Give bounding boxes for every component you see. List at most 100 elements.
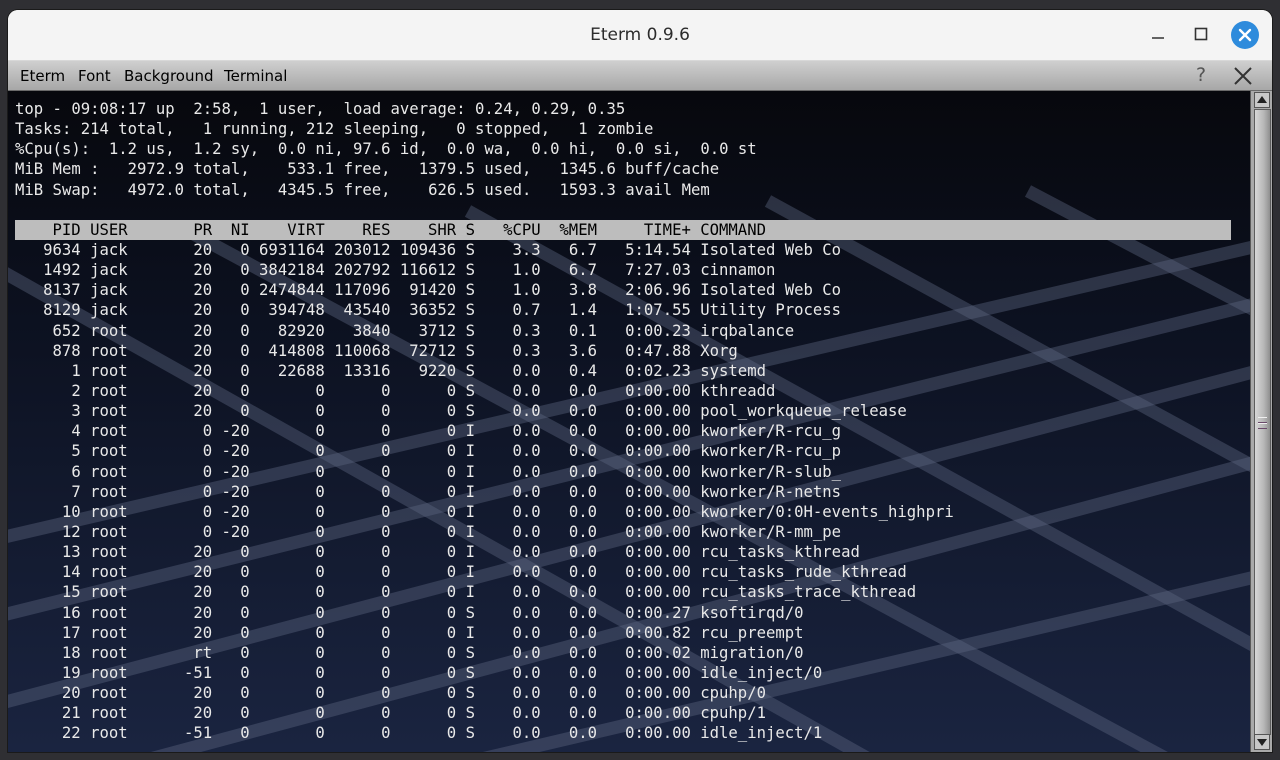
cell-mem: 0.0: [568, 643, 597, 662]
cell-pr: 0: [202, 482, 213, 501]
cell-cmd: migration/0: [700, 643, 804, 662]
cell-cpu: 0.0: [512, 583, 541, 602]
cell-virt: 22688: [277, 361, 325, 380]
cell-time: 0:00.00: [625, 684, 691, 703]
cell-ni: 0: [240, 724, 250, 743]
table-row: 878 root 20 0 414808 110068 72712 S 0.3 3.6 0:47…: [15, 341, 1231, 361]
cell-s: I: [465, 583, 475, 602]
table-row: 8137 jack 20 0 2474844 117096 91420 S 1.0 3.8 2:…: [15, 280, 1231, 300]
scroll-down-button[interactable]: [1254, 734, 1270, 750]
cell-s: S: [465, 643, 475, 662]
cell-s: S: [465, 261, 475, 280]
cell-shr: 3712: [418, 321, 457, 340]
cell-mem: 0.0: [568, 543, 597, 562]
cell-cmd: kworker/0:0H-events_highpri: [700, 502, 954, 521]
cell-cmd: rcu_tasks_kthread: [700, 543, 860, 562]
cell-pid: 8137: [43, 281, 81, 300]
menu-terminal[interactable]: Terminal: [224, 67, 287, 85]
minimize-button[interactable]: [1143, 20, 1173, 50]
cell-shr: 0: [446, 442, 457, 461]
cell-pr: 20: [193, 623, 213, 642]
cell-cmd: kworker/R-mm_pe: [700, 522, 842, 541]
column-header: PR: [193, 220, 213, 239]
cell-virt: 0: [315, 583, 325, 602]
cell-user: root: [90, 381, 128, 400]
cell-res: 0: [381, 422, 391, 441]
cell-pid: 878: [52, 341, 81, 360]
cell-time: 7:27.03: [625, 261, 691, 280]
cell-ni: 0: [240, 623, 250, 642]
help-button[interactable]: ?: [1196, 64, 1206, 86]
cell-ni: 0: [240, 361, 250, 380]
cell-shr: 0: [446, 462, 457, 481]
cell-res: 0: [381, 603, 391, 622]
cell-cmd: cinnamon: [700, 261, 776, 280]
close-icon: [1231, 21, 1259, 49]
table-row: 652 root 20 0 82920 3840 3712 S 0.3 0.1 0:00.23 …: [15, 321, 1231, 341]
cell-pr: 20: [193, 704, 213, 723]
cell-cmd: kthreadd: [700, 381, 776, 400]
menu-close-button[interactable]: [1232, 65, 1254, 87]
cell-cpu: 0.0: [512, 563, 541, 582]
cell-user: root: [90, 522, 128, 541]
cell-ni: 0: [240, 341, 250, 360]
cell-res: 0: [381, 724, 391, 743]
table-row: 17 root 20 0 0 0 0 I 0.0 0.0 0:00.82 rcu_preempt: [15, 623, 1231, 643]
scroll-up-button[interactable]: [1254, 92, 1270, 108]
cell-ni: -20: [221, 482, 250, 501]
cell-cmd: Xorg: [700, 341, 738, 360]
cell-shr: 0: [446, 422, 457, 441]
cell-time: 0:00.23: [625, 321, 691, 340]
arrow-down-icon: [1254, 734, 1270, 750]
cell-s: S: [465, 361, 475, 380]
cell-time: 0:00.27: [625, 603, 691, 622]
cell-mem: 3.8: [568, 281, 597, 300]
column-header: SHR: [428, 220, 457, 239]
menu-eterm[interactable]: Eterm: [20, 67, 65, 85]
title-bar[interactable]: Eterm 0.9.6: [8, 10, 1272, 61]
cell-cpu: 0.0: [512, 402, 541, 421]
cell-shr: 0: [446, 623, 457, 642]
column-header: COMMAND: [700, 220, 766, 239]
cell-mem: 3.6: [568, 341, 597, 360]
table-row: 19 root -51 0 0 0 0 S 0.0 0.0 0:00.00 idle_injec…: [15, 663, 1231, 683]
cell-user: root: [90, 361, 128, 380]
cell-cpu: 0.0: [512, 663, 541, 682]
menu-font[interactable]: Font: [78, 67, 111, 85]
arrow-up-icon: [1254, 92, 1270, 108]
cell-pr: 20: [193, 261, 213, 280]
cell-virt: 0: [315, 482, 325, 501]
cell-user: root: [90, 502, 128, 521]
cell-user: root: [90, 623, 128, 642]
cell-cmd: rcu_preempt: [700, 623, 804, 642]
terminal-area[interactable]: top - 09:08:17 up 2:58, 1 user, load ave…: [8, 91, 1250, 752]
cell-pid: 9634: [43, 240, 81, 259]
cell-pr: 20: [193, 543, 213, 562]
cell-time: 0:00.00: [625, 422, 691, 441]
cell-user: jack: [90, 261, 128, 280]
cell-ni: -20: [221, 502, 250, 521]
cell-cpu: 0.0: [512, 502, 541, 521]
close-button[interactable]: [1230, 20, 1260, 50]
scrollbar-grip: [1258, 423, 1267, 429]
scrollbar-thumb[interactable]: [1254, 109, 1271, 735]
cell-pr: 20: [193, 361, 213, 380]
cell-time: 0:00.00: [625, 583, 691, 602]
cell-cpu: 1.0: [512, 281, 541, 300]
maximize-button[interactable]: [1186, 20, 1216, 50]
table-row: 13 root 20 0 0 0 0 I 0.0 0.0 0:00.00 rcu_tasks_k…: [15, 542, 1231, 562]
cell-shr: 72712: [409, 341, 457, 360]
column-header: TIME+: [643, 220, 691, 239]
menu-background[interactable]: Background: [124, 67, 214, 85]
cell-cpu: 0.0: [512, 684, 541, 703]
cell-mem: 0.0: [568, 704, 597, 723]
cell-time: 0:00.82: [625, 623, 691, 642]
cell-pid: 652: [52, 321, 81, 340]
cell-shr: 0: [446, 381, 457, 400]
cell-pr: 20: [193, 684, 213, 703]
scrollbar[interactable]: [1250, 91, 1272, 752]
cell-pid: 22: [61, 724, 81, 743]
cell-time: 5:14.54: [625, 240, 691, 259]
cell-virt: 394748: [268, 301, 325, 320]
table-row: 2 root 20 0 0 0 0 S 0.0 0.0 0:00.00 kthreadd: [15, 381, 1231, 401]
